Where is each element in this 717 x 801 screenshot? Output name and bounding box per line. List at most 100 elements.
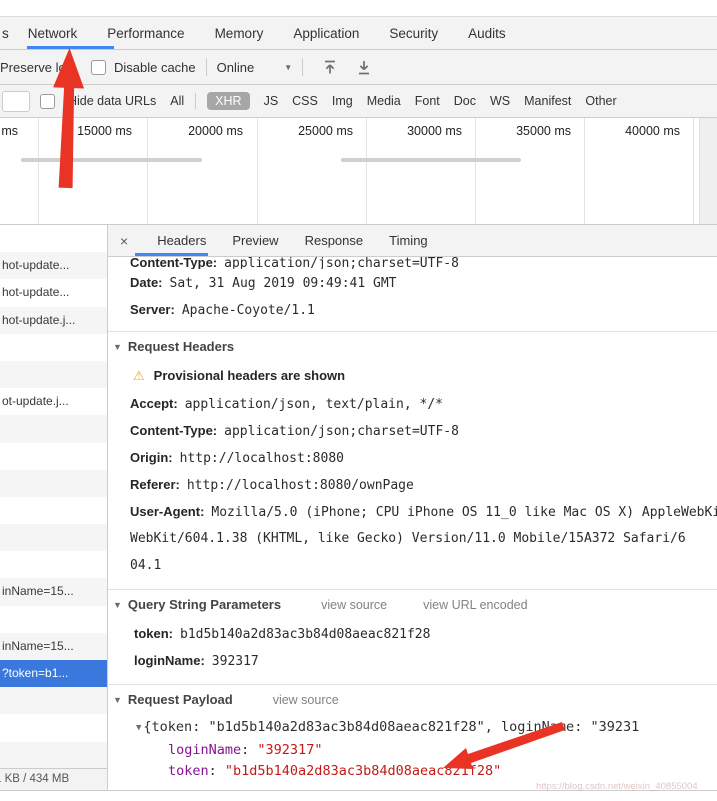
response-headers-section: Content-Type: application/json;charset=UT… [108,257,717,331]
param-value: b1d5b140a2d83ac3b84d08aeac821f28 [180,627,431,642]
request-row[interactable] [0,360,107,389]
overview-bar [341,158,521,162]
timeline-tick: 30000 ms [407,124,462,138]
clipped-header-line: Content-Type: application/json;charset=UT… [108,257,717,269]
request-row[interactable]: inName=15... [0,632,107,660]
view-url-encoded-link[interactable]: view URL encoded [423,598,527,612]
request-row[interactable]: inName=15... [0,578,107,606]
header-line: Origin: http://localhost:8080 [108,444,717,471]
export-har-icon[interactable] [355,58,373,76]
section-header[interactable]: ▼ Query String Parameters view source view … [108,590,717,620]
request-row[interactable] [0,469,107,497]
user-agent-wrap-line: 04.1 [130,558,162,573]
header-name: Date: [130,275,163,290]
param-name: loginName: [134,653,205,668]
payload-entry: loginName: "392317" [108,740,717,761]
request-row[interactable] [0,333,107,361]
request-row[interactable] [0,741,107,768]
request-payload-section: ▼ Request Payload view source ▼ {token: "b1… [108,684,717,790]
tab-security[interactable]: Security [389,26,438,41]
filter-css[interactable]: CSS [292,94,318,108]
disable-cache-checkbox[interactable] [90,59,106,75]
request-row[interactable] [0,496,107,525]
payload-entry: token: "b1d5b140a2d83ac3b84d08aeac821f28… [108,761,717,782]
header-value: Mozilla/5.0 (iPhone; CPU iPhone OS 11_0 … [211,505,717,520]
warning-text: Provisional headers are shown [153,368,346,383]
tab-performance[interactable]: Performance [107,26,184,41]
annotation-arrow-token [443,722,565,769]
request-row[interactable] [0,687,107,715]
user-agent-wrap-line: WebKit/604.1.38 (KHTML, like Gecko) Vers… [130,531,686,546]
waterfall-overview[interactable]: ms 15000 ms 20000 ms 25000 ms 30000 ms 3… [0,118,717,225]
payload-colon: : [208,763,225,779]
section-header[interactable]: ▼ Request Headers [108,332,717,362]
request-row[interactable]: hot-update... [0,252,107,280]
filter-all[interactable]: All [170,94,184,108]
detail-tab-timing[interactable]: Timing [389,233,428,248]
request-row-selected[interactable]: ?token=b1... [0,660,107,688]
filter-img[interactable]: Img [332,94,353,108]
filter-media[interactable]: Media [367,94,401,108]
disclosure-triangle-icon[interactable]: ▼ [113,685,122,715]
tab-clipped-left[interactable]: s [2,26,9,41]
view-source-link[interactable]: view source [321,598,387,612]
query-param-line: token: b1d5b140a2d83ac3b84d08aeac821f28 [108,620,717,647]
view-source-link[interactable]: view source [273,693,339,707]
warning-icon: ⚠ [133,368,145,383]
request-row[interactable]: hot-update.j... [0,306,107,334]
payload-colon: : [241,742,258,758]
filter-font[interactable]: Font [415,94,440,108]
filter-manifest[interactable]: Manifest [524,94,571,108]
section-header[interactable]: ▼ Request Payload view source [108,685,717,715]
active-detail-tab-underline [135,253,208,256]
disclosure-triangle-icon[interactable]: ▼ [136,716,141,740]
detail-tab-response[interactable]: Response [305,233,364,248]
timeline-tick: 35000 ms [516,124,571,138]
import-har-icon[interactable] [321,58,339,76]
query-string-section: ▼ Query String Parameters view source view … [108,589,717,684]
filter-input[interactable] [2,90,30,112]
detail-tab-preview[interactable]: Preview [232,233,278,248]
header-name: Accept: [130,396,178,411]
header-name: Origin: [130,450,173,465]
request-row[interactable]: ot-update.j... [0,388,107,416]
payload-preview-line[interactable]: ▼ {token: "b1d5b140a2d83ac3b84d08aeac821f… [108,715,717,740]
payload-key: token [168,763,209,779]
tab-network[interactable]: Network [28,26,78,41]
tab-audits[interactable]: Audits [468,26,506,41]
request-row[interactable] [0,415,107,443]
filter-other[interactable]: Other [585,94,616,108]
filter-xhr[interactable]: XHR [207,92,250,110]
header-value: http://localhost:8080 [179,451,344,466]
request-row[interactable]: hot-update... [0,279,107,307]
tab-memory[interactable]: Memory [215,26,264,41]
chevron-down-icon[interactable]: ▼ [284,63,292,72]
timeline-tick: 20000 ms [188,124,243,138]
request-row[interactable] [0,225,107,253]
request-row[interactable] [0,524,107,552]
header-value: Apache-Coyote/1.1 [181,303,315,318]
annotation-arrow-up [53,47,85,189]
filter-ws[interactable]: WS [490,94,510,108]
filter-js[interactable]: JS [264,94,279,108]
header-value: application/json;charset=UTF-8 [224,424,459,439]
toolbar-divider [205,58,207,76]
param-value: 392317 [211,654,259,669]
header-line: Date: Sat, 31 Aug 2019 09:49:41 GMT [108,269,717,296]
filter-doc[interactable]: Doc [454,94,476,108]
detail-tab-headers[interactable]: Headers [157,233,206,248]
query-param-line: loginName: 392317 [108,647,717,674]
header-value: application/json, text/plain, */* [184,397,443,412]
request-row[interactable] [0,442,107,470]
request-row[interactable] [0,605,107,633]
header-value: Sat, 31 Aug 2019 09:49:41 GMT [169,276,397,291]
watermark-text: https://blog.csdn.net/weixin_40855004 [536,781,698,792]
tab-application[interactable]: Application [293,26,359,41]
request-row[interactable] [0,551,107,579]
request-row[interactable] [0,714,107,742]
disclosure-triangle-icon[interactable]: ▼ [113,332,122,362]
header-line: Referer: http://localhost:8080/ownPage [108,471,717,498]
throttling-select[interactable]: Online [217,60,255,75]
disclosure-triangle-icon[interactable]: ▼ [113,590,122,620]
close-icon[interactable]: × [120,233,128,249]
